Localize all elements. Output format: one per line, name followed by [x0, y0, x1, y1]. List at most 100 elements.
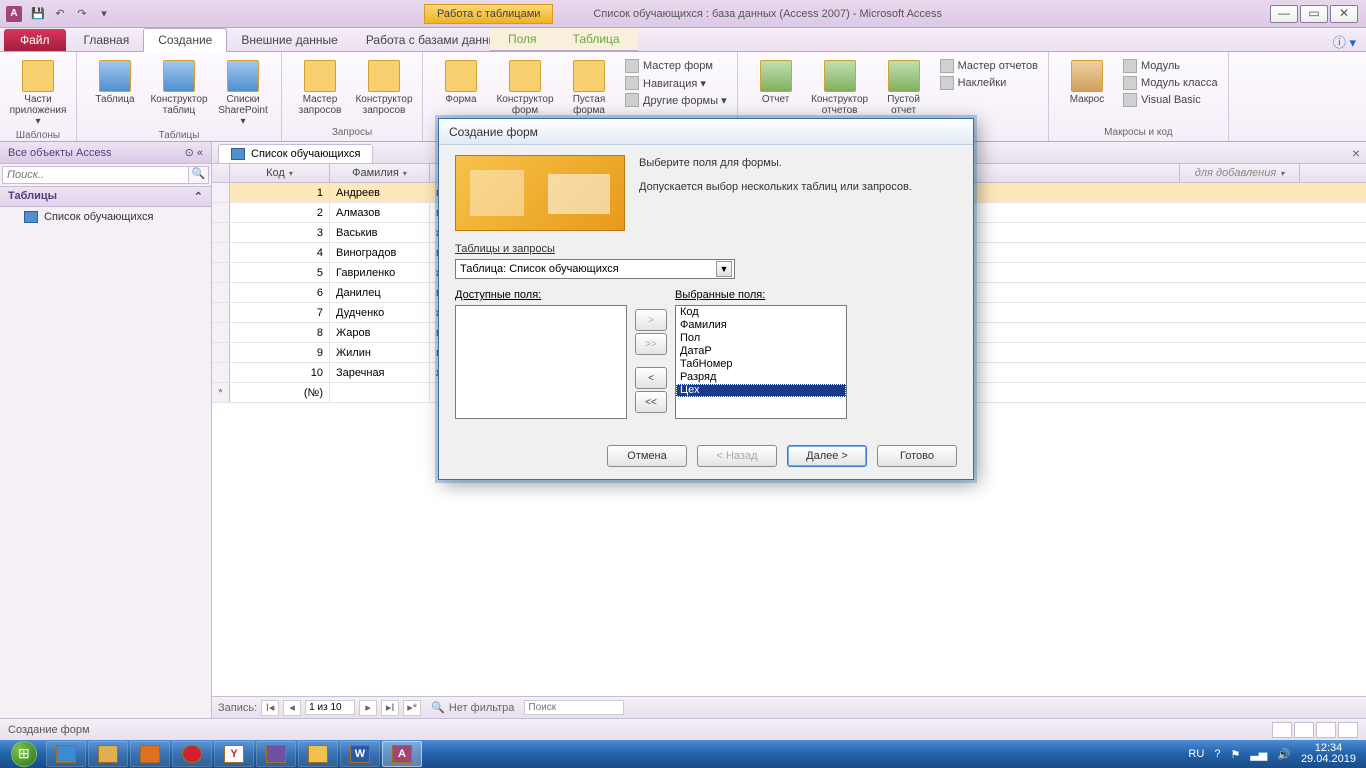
module-button[interactable]: Модуль: [1121, 58, 1220, 74]
macro-button[interactable]: Макрос: [1057, 58, 1117, 107]
visual-basic-button[interactable]: Visual Basic: [1121, 92, 1220, 108]
labels-button[interactable]: Наклейки: [938, 75, 1040, 91]
next-button[interactable]: Далее >: [787, 445, 867, 467]
record-position-input[interactable]: [305, 700, 355, 715]
taskbar-winrar[interactable]: [256, 741, 296, 767]
col-add-field[interactable]: для добавления▾: [1180, 164, 1300, 182]
close-button[interactable]: ✕: [1330, 5, 1358, 23]
datasheet-view-button[interactable]: [1272, 722, 1292, 738]
navigation-button[interactable]: Навигация ▾: [623, 75, 729, 91]
table-designer-button[interactable]: Конструктор таблиц: [149, 58, 209, 118]
other-forms-button[interactable]: Другие формы ▾: [623, 92, 729, 108]
tray-flag-icon[interactable]: ⚑: [1230, 748, 1240, 761]
form-wizard-button[interactable]: Мастер форм: [623, 58, 729, 74]
tab-create[interactable]: Создание: [143, 28, 227, 52]
blank-form-button[interactable]: Пустая форма: [559, 58, 619, 118]
other-view-button2[interactable]: [1338, 722, 1358, 738]
search-icon[interactable]: 🔍: [189, 166, 209, 184]
chevron-down-icon[interactable]: ⊙ «: [185, 146, 203, 159]
row-selector[interactable]: [212, 303, 230, 322]
selected-fields-listbox[interactable]: КодФамилияПолДатаРТабНомерРазрядЦех: [675, 305, 847, 419]
first-record-button[interactable]: I◂: [261, 700, 279, 716]
row-selector[interactable]: [212, 363, 230, 382]
clock[interactable]: 12:34 29.04.2019: [1301, 743, 1356, 765]
tab-table[interactable]: Таблица: [555, 28, 638, 51]
design-view-button[interactable]: [1294, 722, 1314, 738]
tab-external-data[interactable]: Внешние данные: [227, 29, 352, 51]
report-wizard-button[interactable]: Мастер отчетов: [938, 58, 1040, 74]
cancel-button[interactable]: Отмена: [607, 445, 687, 467]
table-combobox[interactable]: Таблица: Список обучающихся ▼: [455, 259, 735, 279]
taskbar-explorer[interactable]: [88, 741, 128, 767]
form-button[interactable]: Форма: [431, 58, 491, 107]
select-all-cell[interactable]: [212, 164, 230, 182]
start-button[interactable]: [4, 740, 44, 768]
tray-help-icon[interactable]: ?: [1214, 748, 1220, 760]
row-selector[interactable]: [212, 223, 230, 242]
taskbar-yandex[interactable]: Y: [214, 741, 254, 767]
row-selector[interactable]: [212, 183, 230, 202]
nav-header[interactable]: Все объекты Access⊙ «: [0, 142, 211, 164]
list-item[interactable]: ТабНомер: [676, 358, 846, 371]
tab-home[interactable]: Главная: [70, 29, 144, 51]
row-selector[interactable]: [212, 283, 230, 302]
next-record-button[interactable]: ▸: [359, 700, 377, 716]
remove-field-button[interactable]: <: [635, 367, 667, 389]
remove-all-fields-button[interactable]: <<: [635, 391, 667, 413]
query-designer-button[interactable]: Конструктор запросов: [354, 58, 414, 118]
tray-network-icon[interactable]: ▃▅: [1250, 748, 1267, 761]
nav-group-tables[interactable]: Таблицы⌃: [0, 187, 211, 207]
row-selector[interactable]: [212, 343, 230, 362]
redo-icon[interactable]: ↷: [72, 4, 92, 24]
list-item[interactable]: Код: [676, 306, 846, 319]
file-tab[interactable]: Файл: [4, 29, 66, 51]
form-designer-button[interactable]: Конструктор форм: [495, 58, 555, 118]
tab-fields[interactable]: Поля: [490, 28, 555, 51]
taskbar-access[interactable]: A: [382, 741, 422, 767]
taskbar-paint[interactable]: [298, 741, 338, 767]
record-search-input[interactable]: [524, 700, 624, 715]
prev-record-button[interactable]: ◂: [283, 700, 301, 716]
row-selector[interactable]: [212, 243, 230, 262]
sharepoint-lists-button[interactable]: Списки SharePoint ▾: [213, 58, 273, 129]
nav-search-input[interactable]: [2, 166, 189, 184]
taskbar-word[interactable]: W: [340, 741, 380, 767]
list-item[interactable]: ДатаР: [676, 345, 846, 358]
list-item[interactable]: Пол: [676, 332, 846, 345]
finish-button[interactable]: Готово: [877, 445, 957, 467]
document-tab[interactable]: Список обучающихся: [218, 144, 373, 163]
list-item[interactable]: Разряд: [676, 371, 846, 384]
close-document-icon[interactable]: ×: [1352, 145, 1360, 161]
taskbar-mediaplayer[interactable]: [130, 741, 170, 767]
table-button[interactable]: Таблица: [85, 58, 145, 107]
save-icon[interactable]: 💾: [28, 4, 48, 24]
list-item[interactable]: Цех: [676, 384, 846, 397]
class-module-button[interactable]: Модуль класса: [1121, 75, 1220, 91]
col-code[interactable]: Код▾: [230, 164, 330, 182]
row-selector[interactable]: [212, 323, 230, 342]
tray-volume-icon[interactable]: 🔊: [1277, 748, 1291, 761]
blank-report-button[interactable]: Пустой отчет: [874, 58, 934, 118]
last-record-button[interactable]: ▸I: [381, 700, 399, 716]
row-selector[interactable]: [212, 263, 230, 282]
nav-item-table[interactable]: Список обучающихся: [0, 207, 211, 227]
taskbar-ie[interactable]: [46, 741, 86, 767]
add-all-fields-button[interactable]: >>: [635, 333, 667, 355]
report-button[interactable]: Отчет: [746, 58, 806, 107]
other-view-button[interactable]: [1316, 722, 1336, 738]
application-parts-button[interactable]: Части приложения ▾: [8, 58, 68, 129]
back-button[interactable]: < Назад: [697, 445, 777, 467]
dropdown-icon[interactable]: ▼: [716, 261, 732, 277]
list-item[interactable]: Фамилия: [676, 319, 846, 332]
language-indicator[interactable]: RU: [1188, 748, 1204, 760]
add-field-button[interactable]: >: [635, 309, 667, 331]
col-surname[interactable]: Фамилия▾: [330, 164, 430, 182]
help-icon[interactable]: ⓘ ▾: [1333, 32, 1356, 51]
collapse-icon[interactable]: ⌃: [194, 190, 203, 203]
undo-icon[interactable]: ↶: [50, 4, 70, 24]
taskbar-opera[interactable]: [172, 741, 212, 767]
new-record-button[interactable]: ▸*: [403, 700, 421, 716]
report-designer-button[interactable]: Конструктор отчетов: [810, 58, 870, 118]
customize-qat-icon[interactable]: ▾: [94, 4, 114, 24]
row-selector[interactable]: [212, 203, 230, 222]
